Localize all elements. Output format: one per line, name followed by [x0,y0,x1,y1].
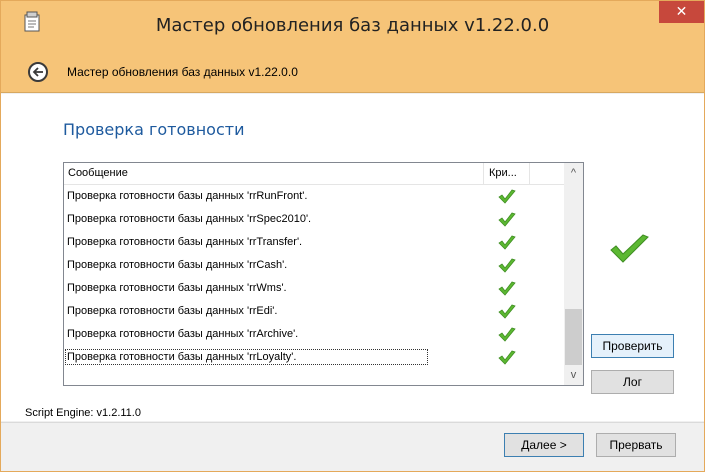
list-item-selected[interactable]: Проверка готовности базы данных 'rrLoyal… [64,347,564,370]
scrollbar-thumb[interactable] [565,309,582,365]
next-button-label: алее > [529,438,567,452]
wizard-content: Проверка готовности Сообщение Кри... Про… [1,94,704,421]
column-header-message[interactable]: Сообщение [68,167,128,179]
script-engine-version: Script Engine: v1.2.11.0 [25,407,141,419]
log-button[interactable]: Лог [591,370,674,394]
title-bar[interactable]: Мастер обновления баз данных v1.22.0.0 ✕ [1,1,704,51]
check-icon [498,304,516,319]
check-icon [498,327,516,342]
check-icon [498,235,516,250]
column-header-critical[interactable]: Кри... [489,167,517,179]
column-divider[interactable] [529,163,530,185]
list-item[interactable]: Проверка готовности базы данных 'rrWms'. [64,278,564,301]
verify-button[interactable]: Проверить [591,334,674,358]
list-header: Сообщение Кри... [64,163,564,185]
nav-title: Мастер обновления баз данных v1.22.0.0 [67,65,298,79]
check-icon [498,189,516,204]
check-icon [498,258,516,273]
list-item[interactable]: Проверка готовности базы данных 'rrTrans… [64,232,564,255]
list-item-message: Проверка готовности базы данных 'rrTrans… [67,236,303,248]
window-title: Мастер обновления баз данных v1.22.0.0 [155,15,550,36]
scroll-up-arrow-icon[interactable]: ^ [564,163,583,183]
scroll-down-arrow-icon[interactable]: v [564,365,583,385]
wizard-nav-bar: Мастер обновления баз данных v1.22.0.0 [1,51,704,93]
page-title: Проверка готовности [63,120,245,139]
list-item[interactable]: Проверка готовности базы данных 'rrRunFr… [64,186,564,209]
overall-success-check-icon [610,234,649,263]
vertical-scrollbar[interactable]: ^ v [564,163,583,385]
list-item-message: Проверка готовности базы данных 'rrSpec2… [67,213,312,225]
check-results-list[interactable]: Сообщение Кри... Проверка готовности баз… [63,162,584,386]
back-arrow-icon [32,67,43,77]
list-item-message: Проверка готовности базы данных 'rrLoyal… [64,349,429,365]
list-item-message: Проверка готовности базы данных 'rrArchi… [67,328,299,340]
list-item-message: Проверка готовности базы данных 'rrEdi'. [67,305,278,317]
list-item-message: Проверка готовности базы данных 'rrCash'… [67,259,288,271]
list-item-message: Проверка готовности базы данных 'rrWms'. [67,282,287,294]
list-item[interactable]: Проверка готовности базы данных 'rrEdi'. [64,301,564,324]
next-button[interactable]: Далее > [504,433,584,457]
check-icon [498,350,516,365]
check-icon [498,281,516,296]
column-divider[interactable] [483,163,484,185]
back-button[interactable] [28,62,48,82]
list-item[interactable]: Проверка готовности базы данных 'rrArchi… [64,324,564,347]
cancel-button[interactable]: Прервать [596,433,676,457]
close-icon: ✕ [675,3,688,19]
list-item-message: Проверка готовности базы данных 'rrRunFr… [67,190,308,202]
wizard-window: Мастер обновления баз данных v1.22.0.0 ✕… [0,0,705,472]
list-item[interactable]: Проверка готовности базы данных 'rrSpec2… [64,209,564,232]
close-button[interactable]: ✕ [659,1,704,23]
check-icon [498,212,516,227]
list-item[interactable]: Проверка готовности базы данных 'rrCash'… [64,255,564,278]
